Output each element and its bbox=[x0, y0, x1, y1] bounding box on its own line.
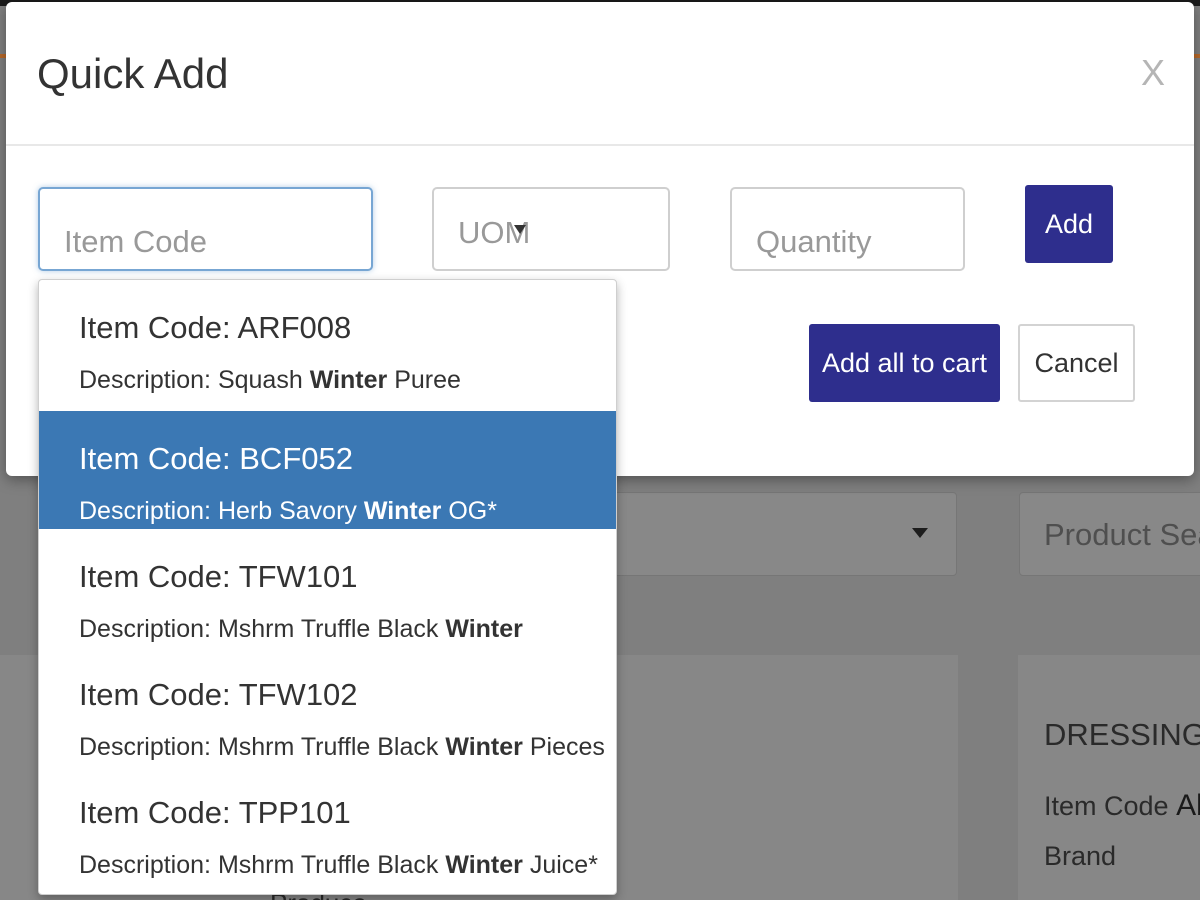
close-icon[interactable]: X bbox=[1141, 52, 1165, 94]
caret-down-icon bbox=[912, 528, 928, 538]
item-code-text: Item Code: TFW101 bbox=[79, 559, 358, 594]
item-code-input[interactable] bbox=[38, 187, 373, 271]
item-code-autocomplete: Item Code: ARF008 Description: Squash Wi… bbox=[38, 279, 617, 895]
autocomplete-item[interactable]: Item Code: TFW101 Description: Mshrm Tru… bbox=[39, 529, 616, 647]
item-description-text: Description: Squash Winter Puree bbox=[79, 366, 461, 394]
modal-header-divider bbox=[6, 144, 1194, 146]
item-code-text: Item Code: BCF052 bbox=[79, 441, 353, 476]
product-title: DRESSING bbox=[1044, 717, 1200, 752]
autocomplete-item[interactable]: Item Code: ARF008 Description: Squash Wi… bbox=[39, 280, 616, 398]
autocomplete-item[interactable]: Item Code: TFW102 Description: Mshrm Tru… bbox=[39, 647, 616, 765]
autocomplete-item[interactable]: Item Code: TPP101 Description: Mshrm Tru… bbox=[39, 765, 616, 883]
uom-select[interactable]: UOM bbox=[432, 187, 670, 271]
background-product-card: DRESSING Item Code Ab Brand bbox=[1018, 655, 1200, 900]
modal-title: Quick Add bbox=[37, 50, 229, 97]
item-description-text: Description: Herb Savory Winter OG* bbox=[79, 497, 497, 525]
cancel-button[interactable]: Cancel bbox=[1018, 324, 1135, 402]
product-search-input[interactable]: Product Search bbox=[1019, 492, 1200, 576]
item-description-text: Description: Mshrm Truffle Black Winter … bbox=[79, 733, 605, 761]
item-code-text: Item Code: ARF008 bbox=[79, 310, 352, 345]
quantity-input[interactable] bbox=[730, 187, 965, 271]
caret-down-icon bbox=[514, 225, 526, 234]
background-select[interactable] bbox=[600, 492, 957, 576]
item-description-text: Description: Mshrm Truffle Black Winter … bbox=[79, 851, 598, 879]
item-code-row: Item Code Ab bbox=[1044, 789, 1200, 822]
brand-label: Brand bbox=[1044, 841, 1117, 871]
item-description-text: Description: Mshrm Truffle Black Winter bbox=[79, 615, 523, 643]
add-all-to-cart-button[interactable]: Add all to cart bbox=[809, 324, 1000, 402]
item-code-text: Item Code: TFW102 bbox=[79, 677, 358, 712]
item-code-text: Item Code: TPP101 bbox=[79, 795, 351, 830]
add-button[interactable]: Add bbox=[1025, 185, 1113, 263]
autocomplete-item-selected[interactable]: Item Code: BCF052 Description: Herb Savo… bbox=[39, 411, 616, 529]
